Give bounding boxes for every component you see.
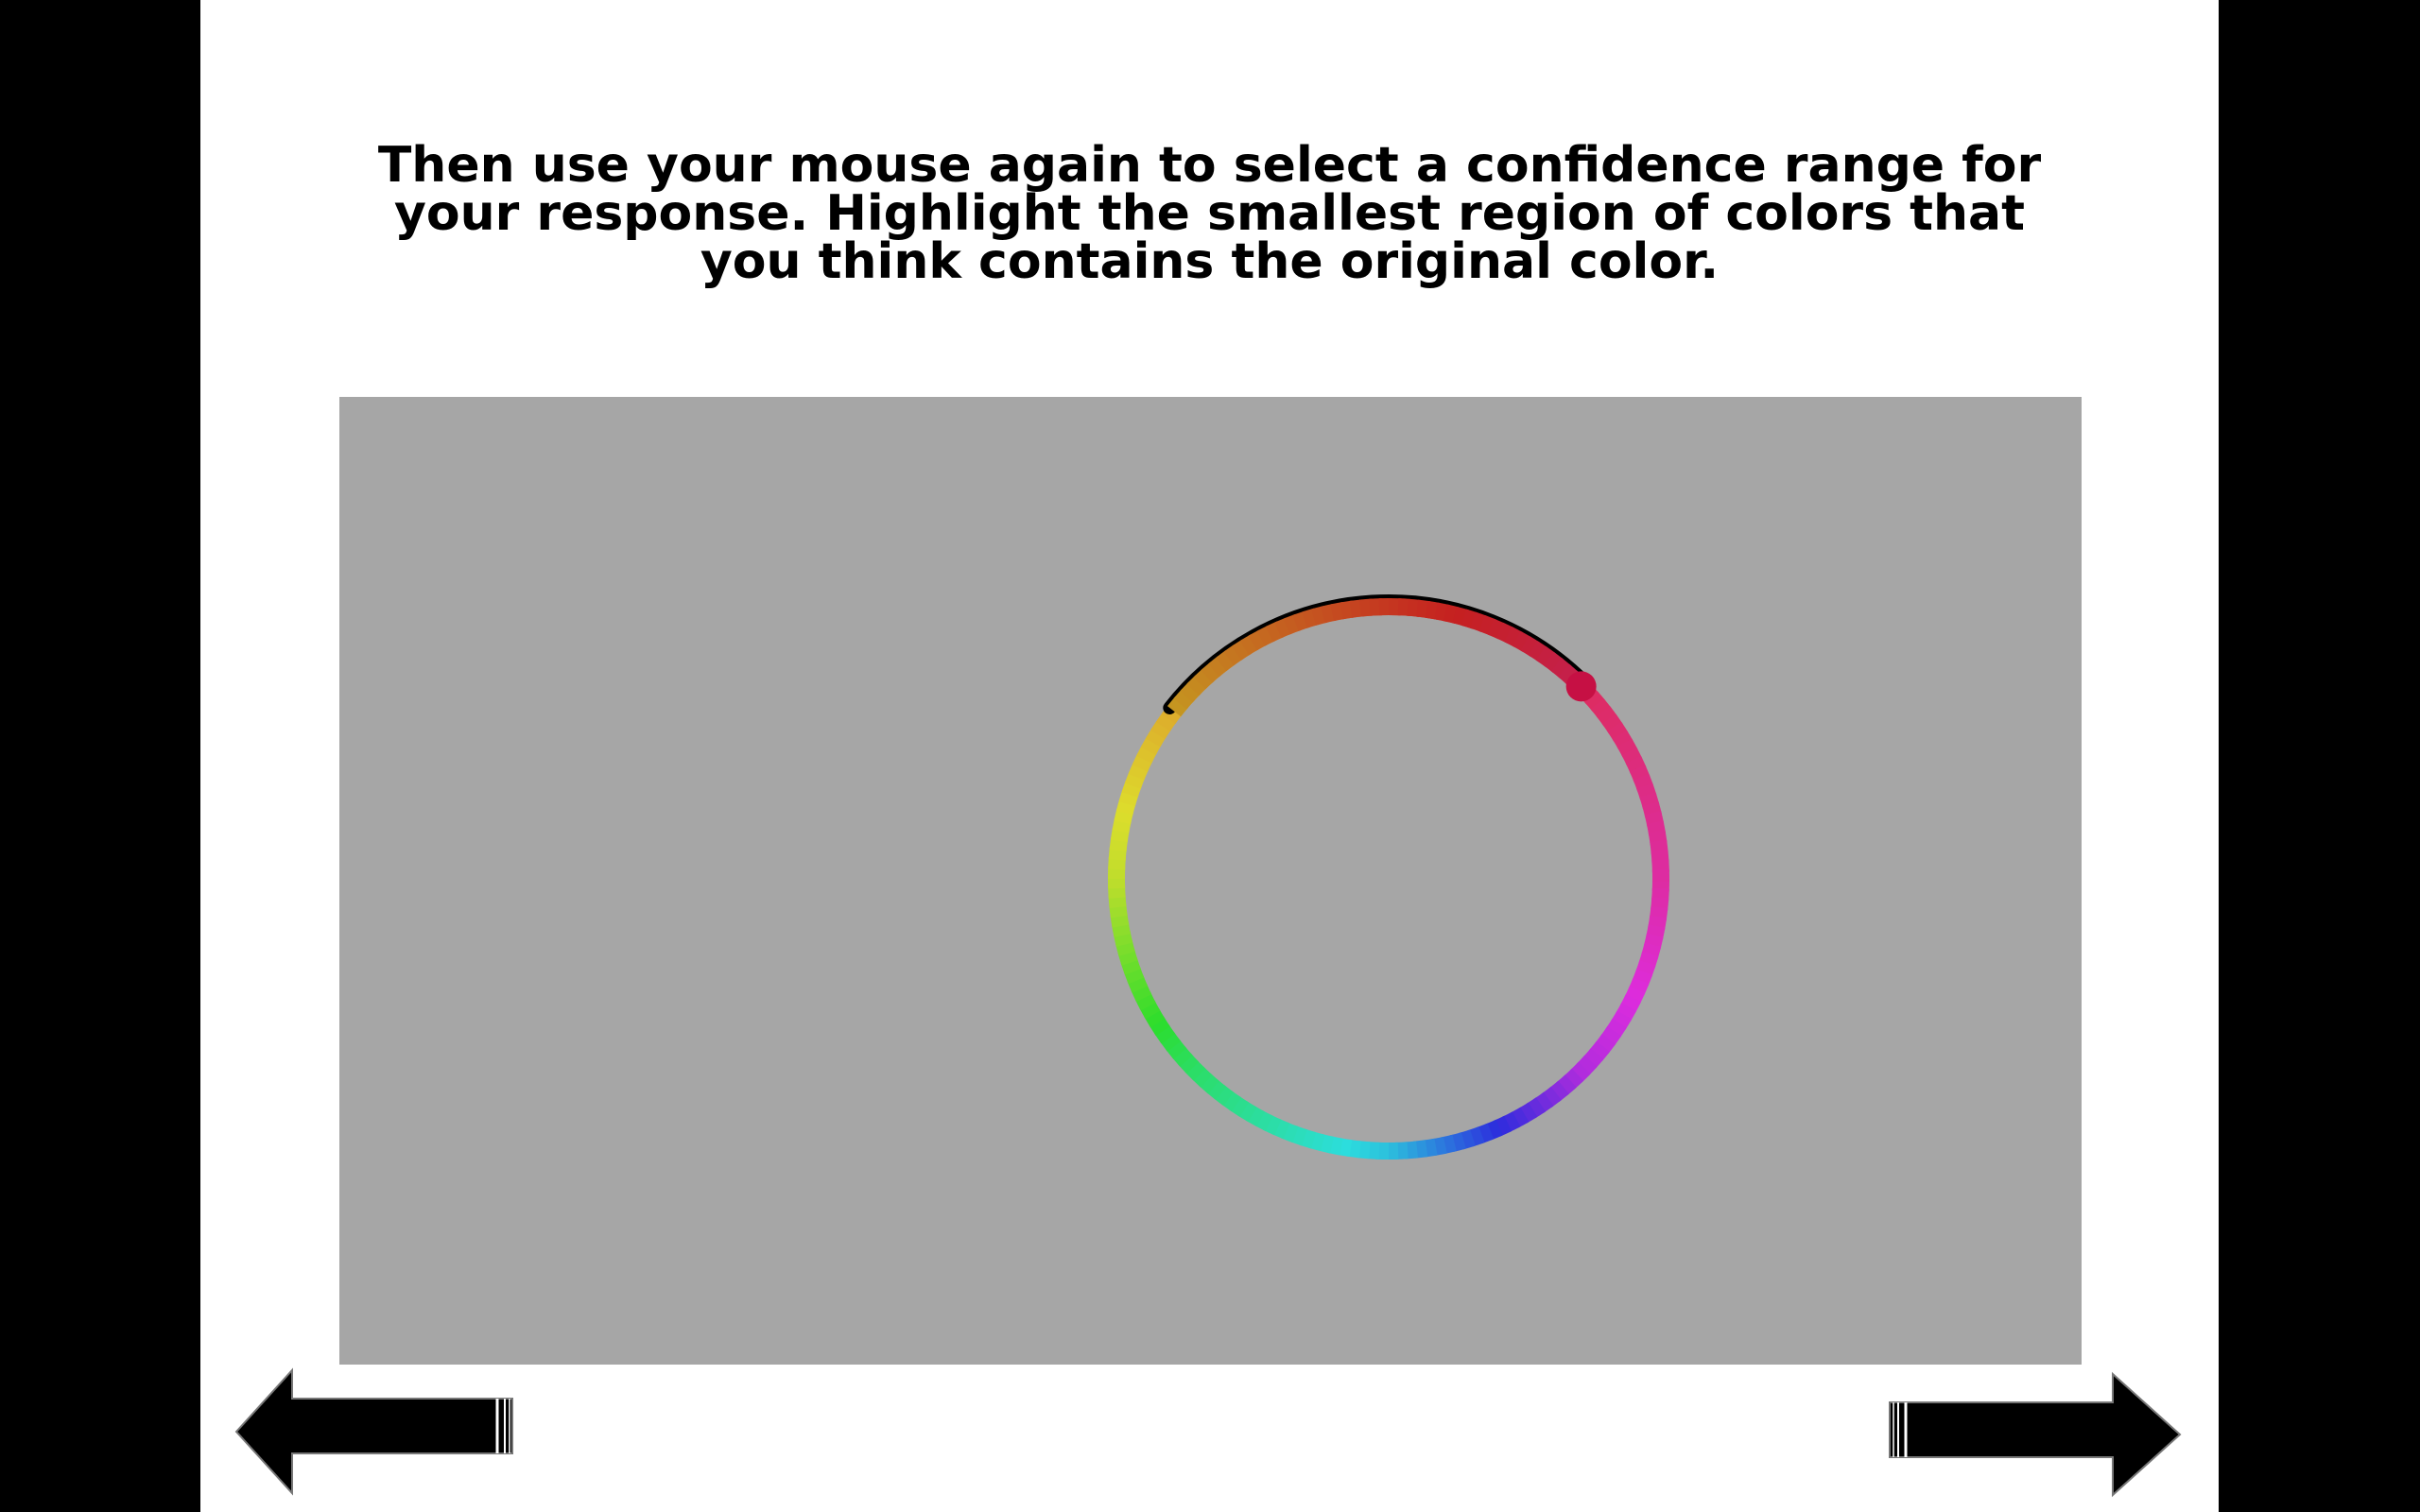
color-wheel[interactable] xyxy=(339,397,2082,1365)
response-panel xyxy=(339,397,2082,1365)
right-arrow-icon xyxy=(1889,1371,2182,1498)
instruction-line-1: Then use your mouse again to select a co… xyxy=(377,137,2042,194)
instruction-text: Then use your mouse again to select a co… xyxy=(200,137,2219,290)
next-button[interactable] xyxy=(1886,1361,2188,1503)
instruction-line-2: your response. Highlight the smallest re… xyxy=(394,185,2025,242)
back-button[interactable] xyxy=(233,1361,535,1503)
left-arrow-icon xyxy=(234,1367,513,1496)
selected-color-marker[interactable] xyxy=(1565,671,1597,702)
experiment-screen: Then use your mouse again to select a co… xyxy=(200,0,2219,1512)
instruction-line-3: you think contains the original color. xyxy=(700,233,1720,290)
